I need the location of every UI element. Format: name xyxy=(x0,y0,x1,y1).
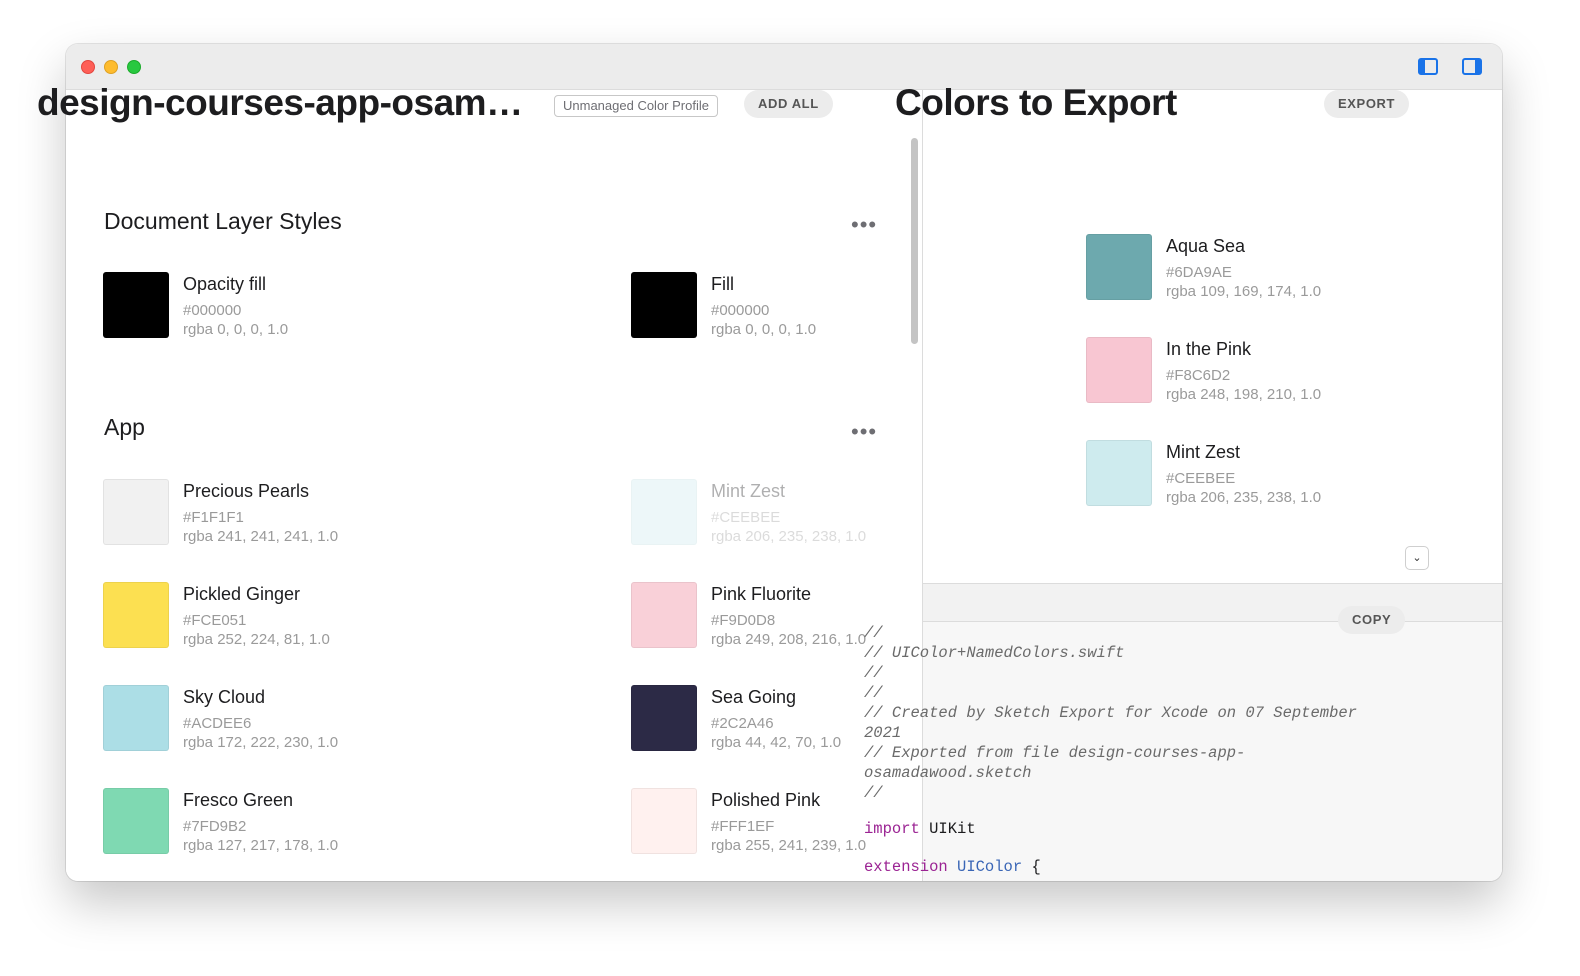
color-rgba: rgba 0, 0, 0, 1.0 xyxy=(711,321,817,338)
code-comment-line: // xyxy=(864,624,883,642)
code-panel-header xyxy=(923,583,1502,622)
color-name: Precious Pearls xyxy=(183,481,310,501)
color-swatch xyxy=(631,582,697,648)
color-hex: #CEEBEE xyxy=(711,509,781,526)
color-rgba: rgba 206, 235, 238, 1.0 xyxy=(711,528,867,545)
code-extension-line: extension UIColor { xyxy=(864,858,1041,876)
color-hex: #F8C6D2 xyxy=(1166,367,1231,384)
color-rgba: rgba 0, 0, 0, 1.0 xyxy=(183,321,289,338)
close-button[interactable] xyxy=(81,60,95,74)
color-hex: #2C2A46 xyxy=(711,715,774,732)
color-swatch xyxy=(103,479,169,545)
document-title: design-courses-app-osamadawood xyxy=(37,82,525,123)
code-comment-line: // xyxy=(864,664,883,682)
chevron-down-icon[interactable]: ⌄ xyxy=(1405,546,1429,570)
color-item[interactable]: Fresco Green #7FD9B2 rgba 127, 217, 178,… xyxy=(103,788,363,856)
color-hex: #000000 xyxy=(183,302,242,319)
color-swatch xyxy=(631,272,697,338)
color-item[interactable]: Sea Going #2C2A46 rgba 44, 42, 70, 1.0 xyxy=(631,685,891,753)
color-hex: #F1F1F1 xyxy=(183,509,244,526)
ellipsis-icon[interactable]: ••• xyxy=(851,214,877,236)
code-module: UIKit xyxy=(929,820,976,838)
color-rgba: rgba 206, 235, 238, 1.0 xyxy=(1166,489,1322,506)
color-name: Polished Pink xyxy=(711,790,821,810)
color-swatch xyxy=(1086,234,1152,300)
color-name: Mint Zest xyxy=(1166,442,1241,462)
ellipsis-icon[interactable]: ••• xyxy=(851,421,877,443)
color-name: Pink Fluorite xyxy=(711,584,812,604)
code-comment-line: // UIColor+NamedColors.swift xyxy=(864,644,1125,662)
color-swatch xyxy=(631,788,697,854)
color-name: Opacity fill xyxy=(183,274,267,294)
color-name: Fill xyxy=(711,274,734,294)
color-item[interactable]: Pink Fluorite #F9D0D8 rgba 249, 208, 216… xyxy=(631,582,891,650)
color-item[interactable]: Fill #000000 rgba 0, 0, 0, 1.0 xyxy=(631,272,891,340)
code-type: UIColor xyxy=(957,858,1023,876)
color-rgba: rgba 252, 224, 81, 1.0 xyxy=(183,631,330,648)
color-swatch xyxy=(631,479,697,545)
color-swatch xyxy=(631,685,697,751)
code-comment-line: // Exported from file design-courses-app… xyxy=(864,744,1246,762)
color-item-added[interactable]: Mint Zest #CEEBEE rgba 206, 235, 238, 1.… xyxy=(631,479,891,547)
zoom-button[interactable] xyxy=(127,60,141,74)
color-swatch xyxy=(103,272,169,338)
code-keyword: extension xyxy=(864,858,948,876)
color-hex: #7FD9B2 xyxy=(183,818,247,835)
color-hex: #ACDEE6 xyxy=(183,715,252,732)
color-name: Mint Zest xyxy=(711,481,786,501)
code-import-line: import UIKit xyxy=(864,820,976,838)
add-all-button[interactable]: ADD ALL xyxy=(744,90,833,118)
color-swatch xyxy=(1086,440,1152,506)
section-title: Document Layer Styles xyxy=(104,208,342,234)
color-item[interactable]: Opacity fill #000000 rgba 0, 0, 0, 1.0 xyxy=(103,272,363,340)
color-swatch xyxy=(103,685,169,751)
minimize-button[interactable] xyxy=(104,60,118,74)
color-rgba: rgba 255, 241, 239, 1.0 xyxy=(711,837,867,854)
color-rgba: rgba 248, 198, 210, 1.0 xyxy=(1166,386,1322,403)
color-hex: #F9D0D8 xyxy=(711,612,776,629)
code-comment-line: // Created by Sketch Export for Xcode on… xyxy=(864,704,1357,722)
export-panel-title: Colors to Export xyxy=(895,82,1177,123)
color-rgba: rgba 109, 169, 174, 1.0 xyxy=(1166,283,1322,300)
code-comment-line: // xyxy=(864,784,883,802)
export-button[interactable]: EXPORT xyxy=(1324,90,1410,118)
color-swatch xyxy=(1086,337,1152,403)
color-item[interactable]: Sky Cloud #ACDEE6 rgba 172, 222, 230, 1.… xyxy=(103,685,363,753)
code-comment-line: 2021 xyxy=(864,724,902,742)
color-item[interactable]: Pickled Ginger #FCE051 rgba 252, 224, 81… xyxy=(103,582,363,650)
color-name: Sky Cloud xyxy=(183,687,266,707)
color-profile-badge: Unmanaged Color Profile xyxy=(554,95,718,117)
color-rgba: rgba 44, 42, 70, 1.0 xyxy=(711,734,842,751)
color-name: In the Pink xyxy=(1166,339,1252,359)
color-swatch xyxy=(103,788,169,854)
sidebar-left-icon[interactable] xyxy=(1418,58,1438,75)
code-keyword: import xyxy=(864,820,920,838)
color-rgba: rgba 127, 217, 178, 1.0 xyxy=(183,837,339,854)
color-hex: #FFF1EF xyxy=(711,818,775,835)
sidebar-right-icon[interactable] xyxy=(1462,58,1482,75)
color-rgba: rgba 172, 222, 230, 1.0 xyxy=(183,734,339,751)
vertical-scrollbar[interactable] xyxy=(911,138,918,344)
color-item[interactable]: Precious Pearls #F1F1F1 rgba 241, 241, 2… xyxy=(103,479,363,547)
section-title: App xyxy=(104,414,145,440)
color-name: Aqua Sea xyxy=(1166,236,1246,256)
export-color-item[interactable]: Mint Zest #CEEBEE rgba 206, 235, 238, 1.… xyxy=(1086,440,1346,508)
color-hex: #FCE051 xyxy=(183,612,247,629)
code-comment-line: osamadawood.sketch xyxy=(864,764,1032,782)
color-item[interactable]: Polished Pink #FFF1EF rgba 255, 241, 239… xyxy=(631,788,891,856)
color-hex: #CEEBEE xyxy=(1166,470,1236,487)
code-brace: { xyxy=(1031,858,1041,876)
color-hex: #000000 xyxy=(711,302,770,319)
export-color-item[interactable]: Aqua Sea #6DA9AE rgba 109, 169, 174, 1.0 xyxy=(1086,234,1346,302)
color-name: Sea Going xyxy=(711,687,797,707)
color-swatch xyxy=(103,582,169,648)
color-rgba: rgba 241, 241, 241, 1.0 xyxy=(183,528,339,545)
color-name: Pickled Ginger xyxy=(183,584,301,604)
color-name: Fresco Green xyxy=(183,790,294,810)
color-rgba: rgba 249, 208, 216, 1.0 xyxy=(711,631,867,648)
color-hex: #6DA9AE xyxy=(1166,264,1232,281)
copy-button[interactable]: COPY xyxy=(1338,606,1406,634)
code-comment-line: // xyxy=(864,684,883,702)
export-color-item[interactable]: In the Pink #F8C6D2 rgba 248, 198, 210, … xyxy=(1086,337,1346,405)
